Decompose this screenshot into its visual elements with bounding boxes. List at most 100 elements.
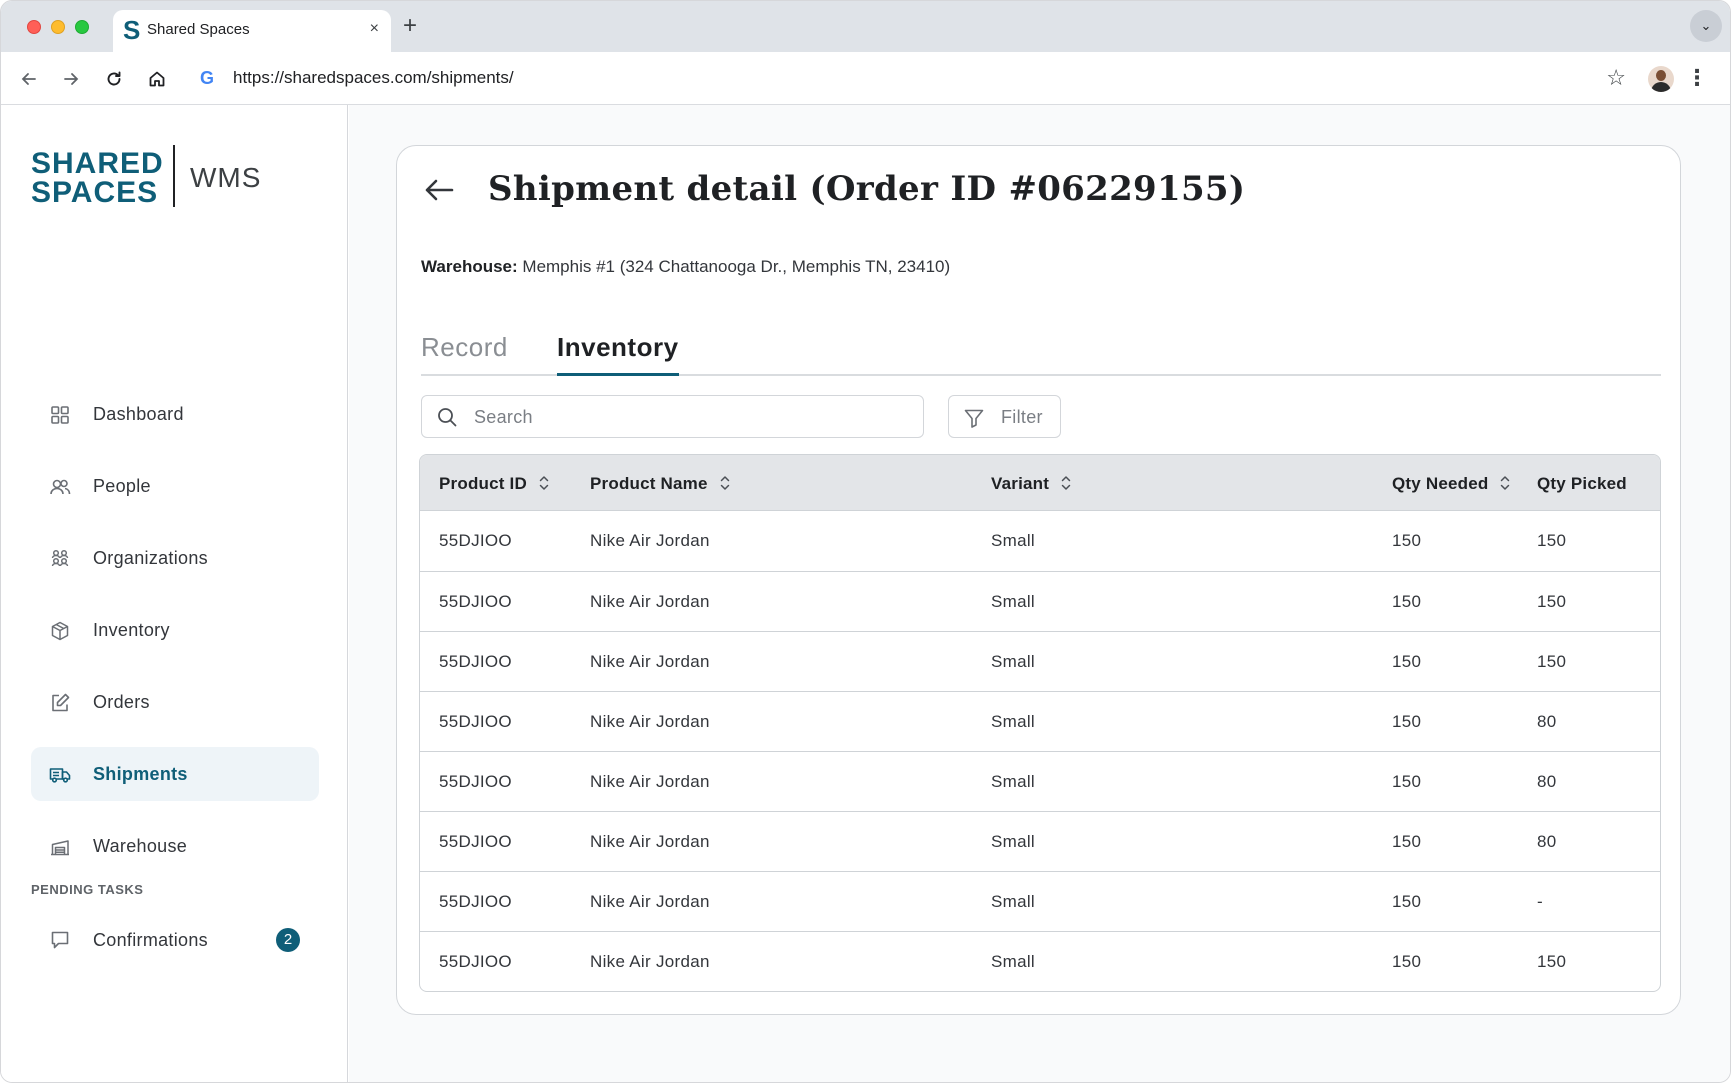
back-icon[interactable] bbox=[15, 65, 43, 93]
cell-variant: Small bbox=[991, 652, 1036, 671]
warehouse-label: Warehouse: bbox=[421, 257, 518, 276]
cell-product-id: 55DJIOO bbox=[439, 952, 512, 971]
cell-variant: Small bbox=[991, 712, 1036, 731]
tab-close-icon[interactable]: × bbox=[370, 19, 379, 39]
app-logo[interactable]: SHARED SPACES bbox=[31, 147, 164, 208]
organizations-icon bbox=[51, 549, 69, 567]
sidebar-item-label: Inventory bbox=[93, 620, 170, 640]
warehouse-address: Memphis #1 (324 Chattanooga Dr., Memphis… bbox=[522, 257, 951, 276]
column-header-qty-picked[interactable]: Qty Picked bbox=[1537, 473, 1627, 495]
close-window-button[interactable] bbox=[27, 20, 41, 34]
pending-tasks-heading: PENDING TASKS bbox=[31, 882, 144, 897]
sidebar-item-label: Warehouse bbox=[93, 836, 188, 856]
dashboard-icon bbox=[51, 406, 69, 424]
sidebar-item-warehouse[interactable]: Warehouse bbox=[31, 819, 319, 873]
table-row[interactable]: 55DJIOO Nike Air Jordan Small 150 80 bbox=[420, 811, 1660, 871]
reload-icon[interactable] bbox=[100, 65, 128, 93]
table-row[interactable]: 55DJIOO Nike Air Jordan Small 150 80 bbox=[420, 691, 1660, 751]
tab-title: Shared Spaces bbox=[147, 21, 250, 38]
sidebar-item-inventory[interactable]: Inventory bbox=[31, 603, 319, 657]
sidebar: SHARED SPACES WMS Dashboard People Organ… bbox=[1, 105, 348, 1082]
column-header-label: Qty Needed bbox=[1392, 474, 1489, 493]
logo-product-name: WMS bbox=[190, 162, 262, 193]
site-favicon-icon: S bbox=[123, 15, 141, 45]
search-field[interactable] bbox=[421, 395, 924, 438]
cell-qty-picked: 80 bbox=[1537, 772, 1557, 791]
cell-product-name: Nike Air Jordan bbox=[590, 892, 710, 911]
cell-qty-picked: 150 bbox=[1537, 652, 1567, 671]
table-row[interactable]: 55DJIOO Nike Air Jordan Small 150 150 bbox=[420, 631, 1660, 691]
forward-icon[interactable] bbox=[57, 65, 85, 93]
new-tab-button[interactable]: + bbox=[403, 13, 417, 39]
maximize-window-button[interactable] bbox=[75, 20, 89, 34]
logo-line-1: SHARED bbox=[31, 147, 164, 180]
table-row[interactable]: 55DJIOO Nike Air Jordan Small 150 80 bbox=[420, 751, 1660, 811]
table-header: Product ID Product Name Variant Qty Need… bbox=[420, 455, 1660, 511]
search-input[interactable] bbox=[474, 404, 904, 430]
address-bar[interactable]: https://sharedspaces.com/shipments/ bbox=[233, 67, 514, 89]
cell-qty-needed: 150 bbox=[1392, 592, 1422, 611]
browser-tab[interactable]: S Shared Spaces × bbox=[113, 10, 391, 52]
table-row[interactable]: 55DJIOO Nike Air Jordan Small 150 150 bbox=[420, 511, 1660, 571]
cell-qty-needed: 150 bbox=[1392, 832, 1422, 851]
cell-variant: Small bbox=[991, 531, 1036, 550]
home-icon[interactable] bbox=[143, 65, 171, 93]
tab-record[interactable]: Record bbox=[421, 328, 508, 366]
page-title: Shipment detail (Order ID #06229155) bbox=[488, 169, 1246, 209]
table-row[interactable]: 55DJIOO Nike Air Jordan Small 150 150 bbox=[420, 571, 1660, 631]
people-icon bbox=[50, 479, 71, 495]
back-arrow-icon[interactable] bbox=[421, 172, 457, 208]
warehouse-icon bbox=[51, 840, 69, 856]
filter-button[interactable]: Filter bbox=[948, 395, 1061, 438]
browser-menu-icon[interactable]: ⋮ bbox=[1686, 66, 1708, 90]
sidebar-item-label: People bbox=[93, 476, 151, 496]
cell-product-name: Nike Air Jordan bbox=[590, 531, 710, 550]
tab-inventory[interactable]: Inventory bbox=[557, 328, 679, 376]
cell-product-id: 55DJIOO bbox=[439, 592, 512, 611]
browser-toolbar: G https://sharedspaces.com/shipments/ ☆ … bbox=[1, 52, 1730, 105]
sort-icon bbox=[1061, 476, 1071, 490]
cell-product-id: 55DJIOO bbox=[439, 531, 512, 550]
cell-product-id: 55DJIOO bbox=[439, 712, 512, 731]
cell-qty-needed: 150 bbox=[1392, 712, 1422, 731]
tab-search-dropdown-icon[interactable]: ⌄ bbox=[1690, 10, 1722, 42]
column-header-product-id[interactable]: Product ID bbox=[439, 473, 549, 495]
cell-qty-picked: 80 bbox=[1537, 712, 1557, 731]
bookmark-star-icon[interactable]: ☆ bbox=[1606, 65, 1626, 91]
cell-variant: Small bbox=[991, 772, 1036, 791]
minimize-window-button[interactable] bbox=[51, 20, 65, 34]
sort-icon bbox=[1501, 476, 1510, 490]
sidebar-item-orders[interactable]: Orders bbox=[31, 675, 319, 729]
cell-variant: Small bbox=[991, 592, 1036, 611]
column-header-qty-needed[interactable]: Qty Needed bbox=[1392, 473, 1510, 495]
main-content: Shipment detail (Order ID #06229155) War… bbox=[349, 105, 1730, 1082]
sidebar-item-people[interactable]: People bbox=[31, 459, 319, 513]
table-row[interactable]: 55DJIOO Nike Air Jordan Small 150 - bbox=[420, 871, 1660, 931]
sidebar-item-organizations[interactable]: Organizations bbox=[31, 531, 319, 585]
column-header-label: Qty Picked bbox=[1537, 474, 1627, 493]
sort-icon bbox=[539, 476, 549, 490]
cell-product-name: Nike Air Jordan bbox=[590, 652, 710, 671]
sidebar-item-label: Confirmations bbox=[93, 930, 208, 950]
sidebar-item-label: Organizations bbox=[93, 548, 208, 568]
inventory-table: Product ID Product Name Variant Qty Need… bbox=[419, 454, 1661, 992]
column-header-product-name[interactable]: Product Name bbox=[590, 473, 730, 495]
warehouse-info: Warehouse: Memphis #1 (324 Chattanooga D… bbox=[421, 256, 950, 278]
sidebar-item-dashboard[interactable]: Dashboard bbox=[31, 387, 319, 441]
table-row[interactable]: 55DJIOO Nike Air Jordan Small 150 150 bbox=[420, 931, 1660, 991]
cell-qty-picked: 150 bbox=[1537, 531, 1567, 550]
browser-window: S Shared Spaces × + ⌄ G https://sharedsp… bbox=[0, 0, 1731, 1083]
cell-qty-needed: 150 bbox=[1392, 652, 1422, 671]
table-body: 55DJIOO Nike Air Jordan Small 150 150 55… bbox=[420, 511, 1660, 991]
sidebar-item-confirmations[interactable]: Confirmations 2 bbox=[31, 913, 319, 967]
detail-tabs: Record Inventory bbox=[421, 328, 1661, 376]
sidebar-item-shipments[interactable]: Shipments bbox=[31, 747, 319, 801]
sidebar-item-label: Shipments bbox=[93, 764, 188, 784]
cell-product-name: Nike Air Jordan bbox=[590, 952, 710, 971]
truck-icon bbox=[49, 768, 71, 783]
cell-variant: Small bbox=[991, 892, 1036, 911]
cell-variant: Small bbox=[991, 952, 1036, 971]
column-header-variant[interactable]: Variant bbox=[991, 473, 1071, 495]
cell-qty-picked: - bbox=[1537, 892, 1543, 911]
profile-avatar[interactable] bbox=[1648, 66, 1674, 92]
